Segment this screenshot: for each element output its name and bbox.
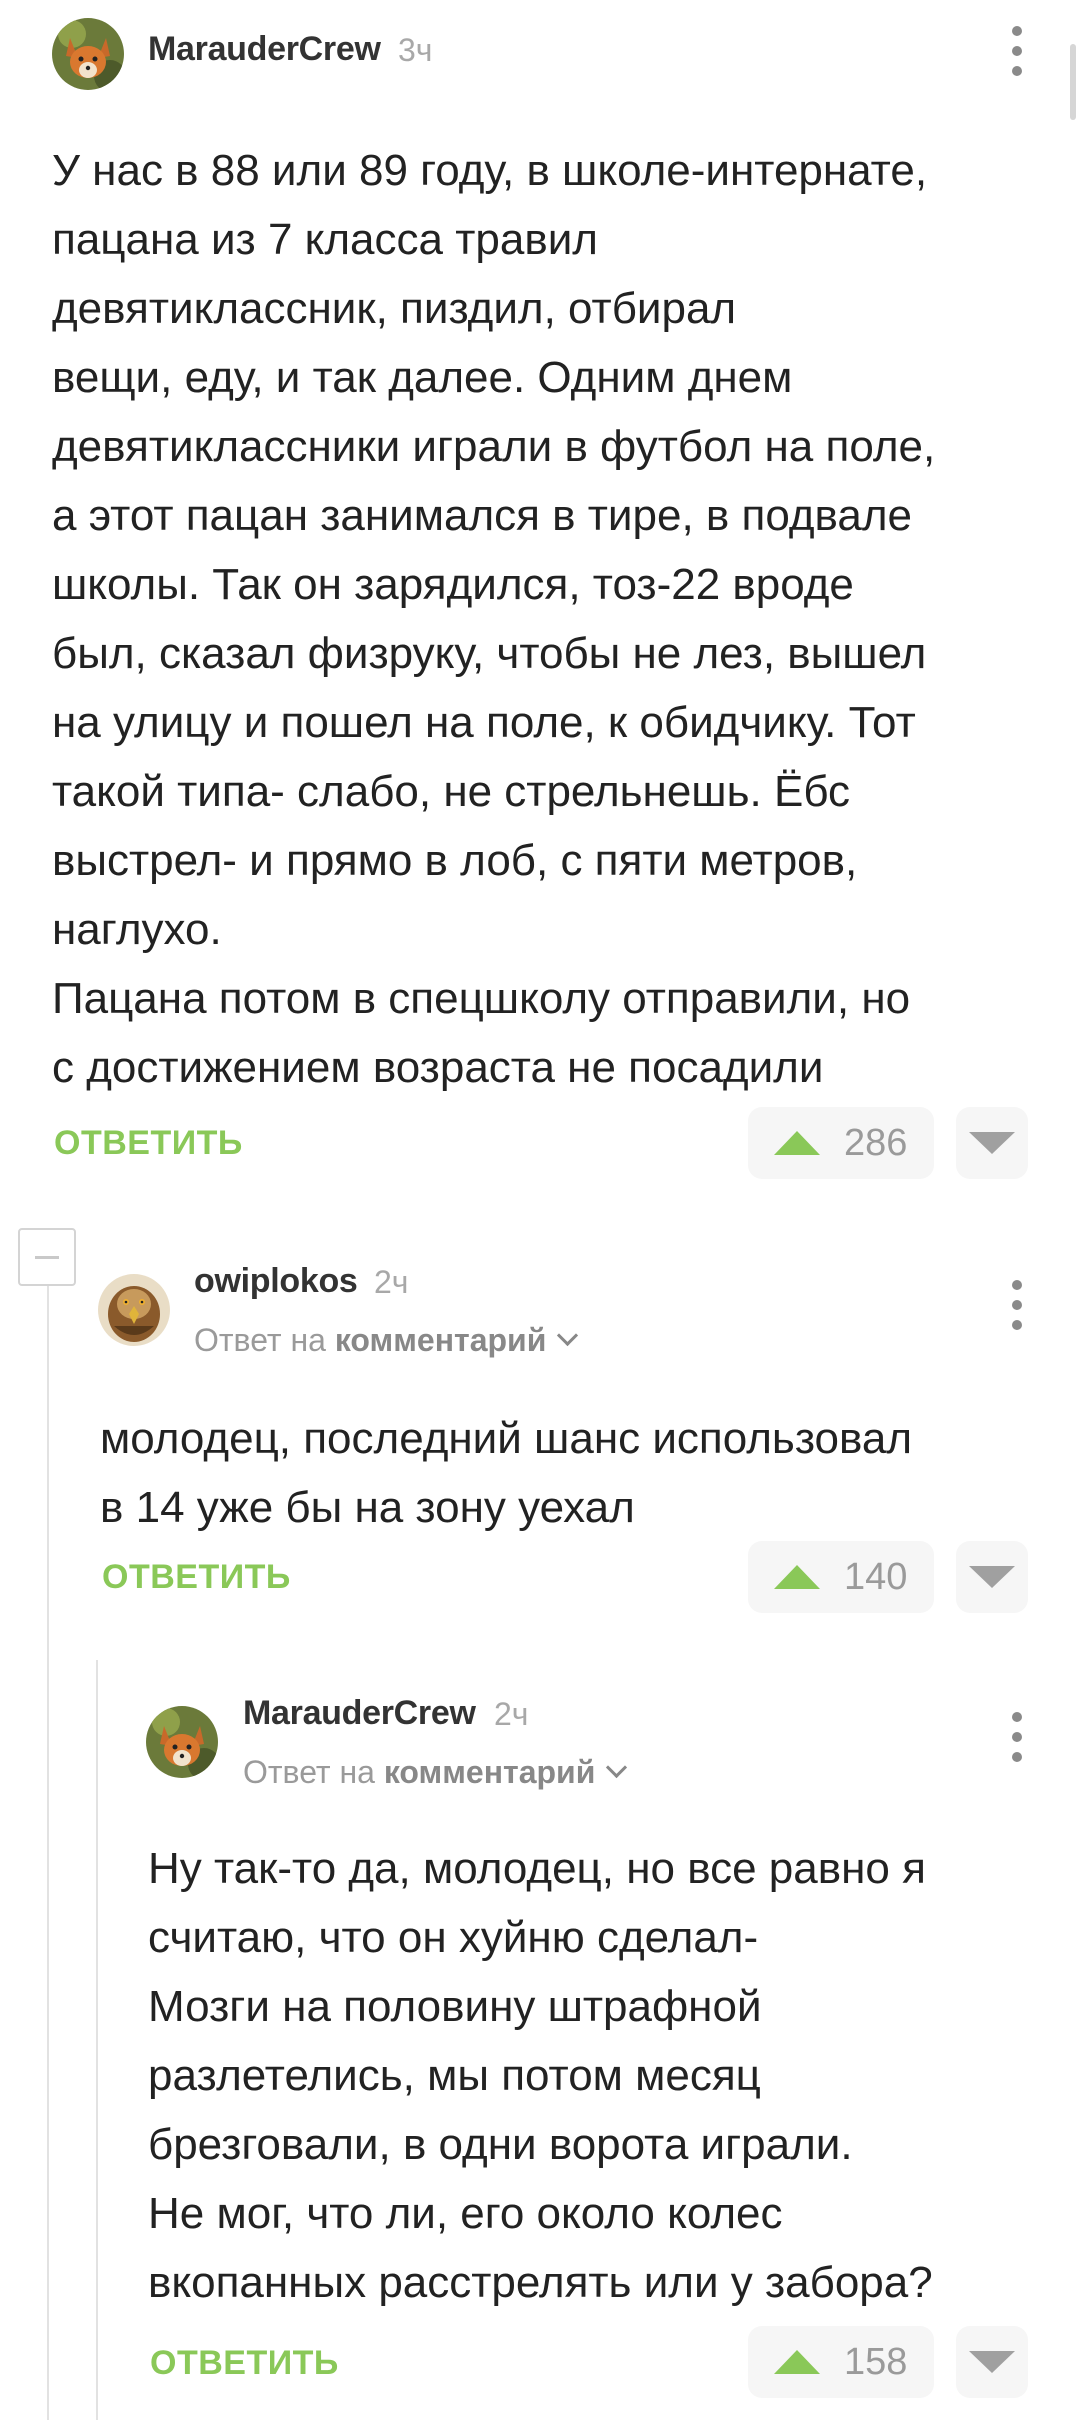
comment-reply: owiplokos 2ч Ответ на комментарий молоде… bbox=[0, 1240, 1080, 1660]
reply-to-prefix: Ответ на bbox=[194, 1322, 326, 1358]
comment-text-line: наглухо. bbox=[52, 905, 222, 954]
comment-text-line: брезговали, в одни ворота играли. bbox=[148, 2120, 853, 2169]
fox-avatar-icon[interactable] bbox=[52, 18, 124, 90]
arrow-down-icon bbox=[969, 1566, 1015, 1588]
arrow-down-icon bbox=[969, 1132, 1015, 1154]
reply-button[interactable]: ОТВЕТИТЬ bbox=[102, 1558, 291, 1597]
comment-time: 3ч bbox=[398, 32, 433, 68]
upvote-button[interactable]: 158 bbox=[748, 2326, 934, 2398]
comment-author[interactable]: MarauderCrew bbox=[148, 30, 381, 69]
downvote-button[interactable] bbox=[956, 1107, 1028, 1179]
arrow-up-icon bbox=[774, 1131, 820, 1155]
comment: MarauderCrew 3ч У нас в 88 или 89 году, … bbox=[0, 0, 1080, 1200]
downvote-button[interactable] bbox=[956, 2326, 1028, 2398]
more-options-icon[interactable] bbox=[998, 22, 1038, 82]
comment-text-line: Пацана потом в спецшколу отправили, но bbox=[52, 974, 911, 1023]
comment-text-line: на улицу и пошел на поле, к обидчику. То… bbox=[52, 698, 916, 747]
arrow-down-icon bbox=[969, 2351, 1015, 2373]
more-options-icon[interactable] bbox=[998, 1708, 1038, 1768]
comment-body: Ну так-то да, молодец, но все равно я сч… bbox=[148, 1834, 933, 2317]
comment-author[interactable]: MarauderCrew bbox=[243, 1694, 476, 1733]
comment-text-line: такой типа- слабо, не стрельнешь. Ёбс bbox=[52, 767, 851, 816]
comment-text-line: с достижением возраста не посадили bbox=[52, 1043, 824, 1092]
fox-avatar-icon[interactable] bbox=[146, 1706, 218, 1778]
upvote-button[interactable]: 140 bbox=[748, 1541, 934, 1613]
chevron-down-icon bbox=[606, 1756, 628, 1779]
reply-to-prefix: Ответ на bbox=[243, 1754, 375, 1790]
comment-text-line: Не мог, что ли, его около колес bbox=[148, 2189, 783, 2238]
comment-text-line: девятиклассник, пиздил, отбирал bbox=[52, 284, 737, 333]
comment-text-line: вкопанных расстрелять или у забора? bbox=[148, 2258, 933, 2307]
more-options-icon[interactable] bbox=[998, 1276, 1038, 1336]
comment-text-line: а этот пацан занимался в тире, в подвале bbox=[52, 491, 912, 540]
downvote-button[interactable] bbox=[956, 1541, 1028, 1613]
comment-body: молодец, последний шанс использовал в 14… bbox=[100, 1404, 912, 1542]
comment-text-line: пацана из 7 класса травил bbox=[52, 215, 598, 264]
comment-author[interactable]: owiplokos bbox=[194, 1262, 358, 1301]
rating-count: 158 bbox=[844, 2341, 908, 2383]
eagle-avatar-icon[interactable] bbox=[98, 1274, 170, 1346]
comment-text-line: вещи, еду, и так далее. Одним днем bbox=[52, 353, 793, 402]
comment-text-line: школы. Так он зарядился, тоз-22 вроде bbox=[52, 560, 854, 609]
reply-button[interactable]: ОТВЕТИТЬ bbox=[150, 2344, 339, 2383]
arrow-up-icon bbox=[774, 2350, 820, 2374]
rating-count: 140 bbox=[844, 1556, 908, 1598]
chevron-down-icon bbox=[557, 1324, 579, 1347]
reply-to-target: комментарий bbox=[334, 1322, 547, 1358]
upvote-button[interactable]: 286 bbox=[748, 1107, 934, 1179]
comment-text-line: выстрел- и прямо в лоб, с пяти метров, bbox=[52, 836, 858, 885]
comment-text-line: Мозги на половину штрафной bbox=[148, 1982, 762, 2031]
comment-time: 2ч bbox=[494, 1696, 529, 1732]
reply-to-target: комментарий bbox=[383, 1754, 596, 1790]
reply-to-link[interactable]: Ответ на комментарий bbox=[194, 1322, 579, 1359]
arrow-up-icon bbox=[774, 1565, 820, 1589]
comment-reply: MarauderCrew 2ч Ответ на комментарий Ну … bbox=[0, 1672, 1080, 2420]
reply-to-link[interactable]: Ответ на комментарий bbox=[243, 1754, 628, 1791]
comments-page: MarauderCrew 3ч У нас в 88 или 89 году, … bbox=[0, 0, 1080, 2420]
comment-text-line: считаю, что он хуйню сделал- bbox=[148, 1913, 759, 1962]
comment-text-line: молодец, последний шанс использовал bbox=[100, 1414, 913, 1463]
comment-text-line: Ну так-то да, молодец, но все равно я bbox=[148, 1844, 926, 1893]
reply-button[interactable]: ОТВЕТИТЬ bbox=[54, 1124, 243, 1163]
comment-time: 2ч bbox=[374, 1264, 409, 1300]
comment-text-line: был, сказал физруку, чтобы не лез, вышел bbox=[52, 629, 927, 678]
comment-body: У нас в 88 или 89 году, в школе-интернат… bbox=[52, 136, 935, 1102]
comment-text-line: У нас в 88 или 89 году, в школе-интернат… bbox=[52, 146, 928, 195]
comment-text-line: разлетелись, мы потом месяц bbox=[148, 2051, 761, 2100]
comment-text-line: в 14 уже бы на зону уехал bbox=[100, 1483, 635, 1532]
rating-count: 286 bbox=[844, 1122, 908, 1164]
comment-text-line: девятиклассники играли в футбол на поле, bbox=[52, 422, 936, 471]
